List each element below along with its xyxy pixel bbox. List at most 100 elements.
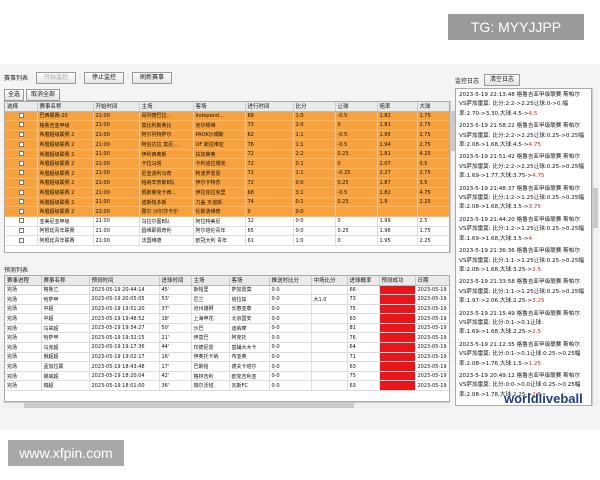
match-checkbox[interactable]: [19, 199, 25, 205]
match-row[interactable]: 希腊超级联赛 2 21:00 伊利西奥斯 扶加莱奥 72 2:2 0.25 1.81 4.25: [5, 149, 449, 160]
match-checkbox[interactable]: [19, 160, 25, 166]
match-row[interactable]: 阿根廷青年联赛 21:00 法国维德 欧冠大利 青年 61 1:0 0 1.95 2.25: [5, 235, 449, 246]
deselect-all-button[interactable]: 取消全部: [26, 89, 60, 101]
match-col-header[interactable]: 客场: [193, 102, 246, 112]
match-cell: 1.96: [377, 226, 418, 237]
match-col-header[interactable]: 开始时间: [93, 102, 140, 112]
match-col-header[interactable]: 比分: [293, 102, 336, 112]
log-text: 率:2.08->1.76,大球:1.5->: [459, 360, 529, 367]
prediction-hscrollbar[interactable]: [4, 402, 450, 408]
refresh-matches-button[interactable]: 刷新赛事: [132, 72, 172, 84]
prediction-col-header[interactable]: 预测成功: [379, 276, 416, 286]
match-checkbox[interactable]: [19, 112, 25, 118]
match-row[interactable]: 希腊超级联赛 2 21:00 卡拉马塔 卡利迪拉博克 72 0:1 0 2.07 0.5: [5, 158, 449, 170]
match-row[interactable]: 希腊超级联赛 2 21:00 阿尔列特萨尔 PAOK沙姆斯 62 1:1 -0.5 1.95 2…: [5, 130, 449, 141]
start-monitor-button[interactable]: 开始监控: [36, 72, 76, 84]
prediction-col-header[interactable]: 客场: [229, 276, 270, 286]
prediction-cell: [379, 304, 416, 315]
match-cell: 74: [245, 197, 294, 208]
match-cell: 68: [245, 111, 294, 122]
match-col-header[interactable]: 主场: [139, 102, 194, 112]
match-select-cell[interactable]: [5, 149, 38, 160]
match-col-header[interactable]: 选择: [5, 102, 38, 112]
prediction-row[interactable]: 完场 哈萨甲 2023-05-19 20:05:05 53' 厄兰 塔拉兹 0-0 大1.0 7…: [5, 294, 449, 305]
match-col-header[interactable]: 进行时间: [245, 102, 294, 112]
prediction-cell: 伊奥托卡纳: [191, 352, 230, 363]
prediction-col-header[interactable]: 主场: [191, 276, 230, 286]
prediction-cell: 乌克超: [41, 342, 90, 353]
prediction-row[interactable]: 完场 哈萨甲 2023-05-19 19:32:15 21' 伊基巴 阿克托 0-0 76 20…: [5, 332, 449, 344]
match-checkbox[interactable]: [19, 170, 25, 176]
match-checkbox[interactable]: [19, 237, 25, 243]
log-scrollbar[interactable]: [592, 88, 598, 406]
select-all-button[interactable]: 全选: [4, 89, 24, 101]
prediction-col-header[interactable]: 日期: [415, 276, 449, 286]
match-select-cell[interactable]: [5, 158, 38, 170]
match-select-cell[interactable]: [5, 197, 38, 208]
match-row[interactable]: 希腊超级联赛 2 21:00 阿伯达拉 莫尼... OF 斯拉维亚 76 1:1 -0.5 1…: [5, 139, 449, 150]
match-cell: 2.25: [417, 197, 449, 208]
match-select-cell[interactable]: [5, 226, 38, 237]
match-select-cell[interactable]: [5, 187, 38, 198]
match-cell: 72: [245, 149, 294, 160]
match-select-cell[interactable]: [5, 168, 38, 179]
prediction-col-header[interactable]: 赛事名称: [41, 276, 90, 286]
match-select-cell[interactable]: [5, 120, 38, 131]
stop-monitor-button[interactable]: 停止监控: [84, 72, 124, 84]
match-row[interactable]: 希腊超级联赛 2 21:00 佩斯莱克卡西... 伊拉克拉克里 68 3:1 -0.5 1.8…: [5, 187, 449, 198]
match-select-cell[interactable]: [5, 139, 38, 150]
match-select-cell[interactable]: [5, 178, 38, 189]
prediction-row[interactable]: 完场 乌克超 2023-05-19 19:17:36 44' 印德尼雷 基辅大木卡 0-0 6…: [5, 342, 449, 353]
match-cell: 62: [245, 130, 294, 141]
match-checkbox[interactable]: [19, 179, 25, 185]
prediction-col-header[interactable]: 进球概率: [347, 276, 380, 286]
match-select-cell[interactable]: [5, 206, 38, 218]
prediction-col-header[interactable]: 预测时间: [89, 276, 160, 286]
match-col-header[interactable]: 大球: [417, 102, 449, 112]
prediction-cell: 64: [347, 342, 380, 353]
match-checkbox[interactable]: [19, 131, 25, 137]
match-row[interactable]: 希腊超级联赛 2 22:00 霍尔 沙尔莎卡尔 伦斯洛维奇 0 0:0: [5, 206, 449, 218]
match-checkbox[interactable]: [19, 208, 25, 214]
match-select-cell[interactable]: [5, 235, 38, 246]
match-row[interactable]: 希腊超级联赛 2 21:00 迪斯帕多斯 力盖 天谊斯 74 0:1 0.25 1.9 2.25: [5, 197, 449, 208]
match-checkbox[interactable]: [19, 189, 25, 195]
match-select-cell[interactable]: [5, 216, 38, 227]
match-col-header[interactable]: 赔率: [377, 102, 418, 112]
match-checkbox[interactable]: [19, 122, 25, 128]
prediction-row[interactable]: 完场 俄超超 2023-05-19 19:02:17 16' 伊奥托卡纳 布亚奥 0-0 71…: [5, 352, 449, 363]
prediction-col-header[interactable]: 进球时间: [159, 276, 192, 286]
match-row[interactable]: 阿根廷青年联赛 21:00 圆维耶佩奇利 阿尔塔伦青年 65 0:0 0.25 1.96 1.7…: [5, 226, 449, 237]
prediction-row[interactable]: 完场 孟加拉联 2023-05-19 18:43:48 17' 巴斯帕 德夫卡塔尔 0-0 6…: [5, 361, 449, 372]
match-checkbox[interactable]: [19, 141, 25, 147]
prediction-row[interactable]: 完场 挪威超 2023-05-19 18:20:04 42' 格林吉利 欧克吉利亚 0-0 7…: [5, 371, 449, 382]
prediction-row[interactable]: 完场 瑞超 2023-05-19 18:01:00 36' 瑞尔沃班 瓦斯FC 0-0 63 2…: [5, 380, 449, 392]
prediction-cell: 53': [159, 294, 192, 305]
match-cell: 法国维德: [139, 235, 194, 246]
match-col-header[interactable]: 让球: [335, 102, 378, 112]
match-row[interactable]: 格鲁吉亚甲级 21:00 莫比利斯奥比 克尔顿维 73 2:0 0 1.81 2.75: [5, 120, 449, 131]
watermark-bottom: www.xfpin.com: [8, 440, 124, 466]
match-select-cell[interactable]: [5, 111, 38, 122]
match-col-header[interactable]: 赛事名称: [37, 102, 94, 112]
match-row[interactable]: 巴西联赛-20 21:00 哥列德巴拉... Independ... 68 1:0 -0.5…: [5, 111, 449, 122]
prediction-col-header[interactable]: 中场比分: [311, 276, 348, 286]
prediction-col-header[interactable]: 赛事进程: [5, 276, 42, 286]
match-checkbox[interactable]: [19, 218, 25, 224]
prediction-row[interactable]: 完场 中超 2023-05-19 19:48:52 18' 上海申花 北京国安 0-0 63 2…: [5, 313, 449, 324]
match-row[interactable]: 希腊超级联赛 2 21:00 帕纳辛奈斯B队 伊尔卡特苏 72 0:0 0.25 1.87 3.…: [5, 178, 449, 189]
match-select-cell[interactable]: [5, 130, 38, 141]
match-checkbox[interactable]: [19, 151, 25, 157]
log-line: VS萨加雷莫: 比分:1:1->1.25让球:0.25->0.25幅: [459, 257, 588, 266]
match-row[interactable]: 希腊超级联赛 2 21:00 尼亚波利马奇 阿波罗雷恩 72 1:1 -0.25 2.27 2.…: [5, 168, 449, 179]
prediction-row[interactable]: 完场 中超 2023-05-19 19:51:20 37' 沧州雄狮 长春亚泰 0-0 75 2…: [5, 304, 449, 315]
prediction-row[interactable]: 完场 乌来超 2023-05-19 19:34:27 50' 沙巴 迪纳摩 0-0 81 202…: [5, 323, 449, 334]
clear-log-button[interactable]: 清空日志: [484, 74, 520, 86]
match-cell: 卡利迪拉博克: [193, 158, 246, 170]
prediction-col-header[interactable]: 推送时比分: [269, 276, 312, 286]
match-row[interactable]: 亚美尼亚甲级 21:00 乌拉尔图B队 阿拉特美尼 32 0:0 0 1.99 2.5: [5, 216, 449, 227]
log-line: 率:2.08->1.68,大球:3.5->3.75: [459, 203, 588, 212]
match-cell: 0:0: [293, 226, 336, 237]
prediction-row[interactable]: 完场 格鲁乙 2023-05-19 20:44:14 45' 斯帕里 萨加雷莫 0-0 66 2…: [5, 285, 449, 296]
match-checkbox[interactable]: [19, 227, 25, 233]
